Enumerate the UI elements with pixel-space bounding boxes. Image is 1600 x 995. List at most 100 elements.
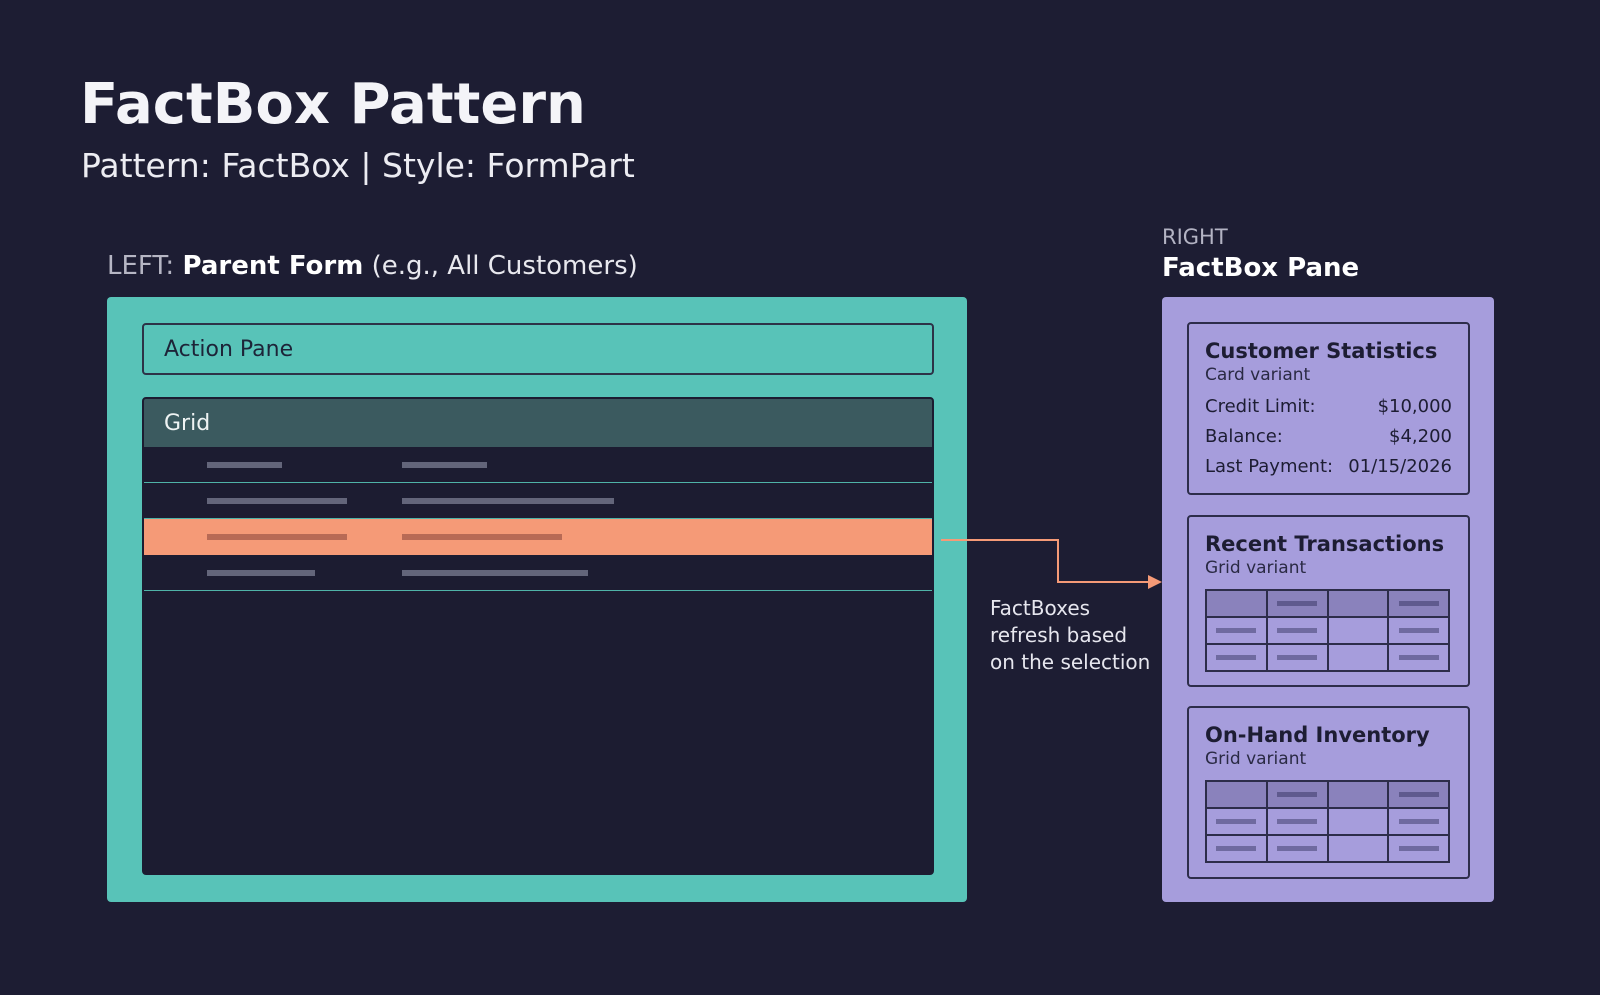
action-pane[interactable]: Action Pane xyxy=(142,323,934,375)
stat-label: Credit Limit: xyxy=(1205,396,1316,417)
grid-row[interactable] xyxy=(144,555,932,591)
factbox-variant: Grid variant xyxy=(1205,558,1307,578)
mini-cell xyxy=(1326,834,1390,863)
mini-grid-header xyxy=(1205,780,1450,809)
mini-cell xyxy=(1205,834,1268,863)
grid-label: Grid xyxy=(164,410,211,436)
note-line: FactBoxes xyxy=(990,596,1091,620)
mini-grid-header xyxy=(1205,589,1450,618)
cell-placeholder xyxy=(1277,819,1318,824)
cell-placeholder xyxy=(1216,628,1257,633)
cell-placeholder xyxy=(1216,819,1257,824)
factbox-title: Customer Statistics xyxy=(1205,339,1438,363)
mini-cell xyxy=(1387,643,1450,672)
cell-placeholder xyxy=(1398,601,1439,606)
cell-placeholder xyxy=(1216,846,1257,851)
mini-cell xyxy=(1326,780,1390,809)
mini-cell xyxy=(1387,807,1450,836)
mini-cell xyxy=(1265,589,1329,618)
cell-placeholder xyxy=(1398,819,1439,824)
page-subtitle: Pattern: FactBox | Style: FormPart xyxy=(81,146,635,185)
mini-grid-row xyxy=(1205,807,1450,836)
stat-value: $4,200 xyxy=(1389,426,1452,447)
cell-placeholder xyxy=(207,570,315,576)
cell-placeholder xyxy=(207,462,282,468)
grid: Grid xyxy=(142,397,934,875)
mini-cell xyxy=(1265,807,1329,836)
cell-placeholder xyxy=(207,498,347,504)
factbox-on-hand-inventory[interactable]: On-Hand Inventory Grid variant xyxy=(1187,706,1470,879)
parent-form: Action Pane Grid xyxy=(107,297,967,902)
page-title: FactBox Pattern xyxy=(80,72,586,137)
mini-cell xyxy=(1205,589,1268,618)
grid-row[interactable] xyxy=(144,447,932,483)
cell-placeholder xyxy=(1398,846,1439,851)
note-line: on the selection xyxy=(990,650,1151,674)
factbox-pane: Customer Statistics Card variant Credit … xyxy=(1162,297,1494,902)
mini-grid-row xyxy=(1205,643,1450,672)
mini-cell xyxy=(1205,807,1268,836)
grid-row[interactable] xyxy=(144,483,932,519)
grid-header: Grid xyxy=(144,399,932,447)
mini-cell xyxy=(1265,616,1329,645)
mini-cell xyxy=(1387,780,1450,809)
stat-value: $10,000 xyxy=(1377,396,1452,417)
cell-placeholder xyxy=(402,498,614,504)
factbox-variant: Grid variant xyxy=(1205,749,1307,769)
mini-cell xyxy=(1326,616,1390,645)
cell-placeholder xyxy=(207,534,347,540)
right-label-name: FactBox Pane xyxy=(1162,253,1360,283)
cell-placeholder xyxy=(1398,655,1439,660)
mini-cell xyxy=(1265,643,1329,672)
grid-row-selected[interactable] xyxy=(144,519,932,555)
factbox-title: On-Hand Inventory xyxy=(1205,723,1430,747)
cell-placeholder xyxy=(1398,792,1439,797)
left-label-prefix: LEFT: xyxy=(107,251,175,281)
left-section-label: LEFT: Parent Form (e.g., All Customers) xyxy=(107,251,638,281)
mini-cell xyxy=(1205,643,1268,672)
mini-cell xyxy=(1326,807,1390,836)
mini-cell xyxy=(1387,834,1450,863)
stats-list: Credit Limit: $10,000 Balance: $4,200 La… xyxy=(1205,392,1452,482)
action-pane-label: Action Pane xyxy=(164,336,294,362)
factbox-title: Recent Transactions xyxy=(1205,532,1445,556)
cell-placeholder xyxy=(402,534,562,540)
mini-grid-row xyxy=(1205,834,1450,863)
mini-grid xyxy=(1205,780,1450,863)
stat-row: Credit Limit: $10,000 xyxy=(1205,392,1452,422)
mini-grid-row xyxy=(1205,616,1450,645)
mini-cell xyxy=(1387,589,1450,618)
mini-cell xyxy=(1387,616,1450,645)
note-line: refresh based xyxy=(990,623,1128,647)
cell-placeholder xyxy=(1277,628,1318,633)
cell-placeholder xyxy=(1277,601,1318,606)
stat-row: Last Payment: 01/15/2026 xyxy=(1205,452,1452,482)
factbox-customer-statistics[interactable]: Customer Statistics Card variant Credit … xyxy=(1187,322,1470,495)
cell-placeholder xyxy=(402,570,588,576)
right-label-prefix: RIGHT xyxy=(1162,225,1228,249)
mini-cell xyxy=(1326,589,1390,618)
stat-row: Balance: $4,200 xyxy=(1205,422,1452,452)
connector-arrowhead xyxy=(1148,575,1162,589)
connector-note: FactBoxes refresh based on the selection xyxy=(990,595,1160,676)
mini-grid xyxy=(1205,589,1450,672)
mini-cell xyxy=(1205,616,1268,645)
mini-cell xyxy=(1265,834,1329,863)
cell-placeholder xyxy=(1277,846,1318,851)
mini-cell xyxy=(1205,780,1268,809)
cell-placeholder xyxy=(1216,655,1257,660)
mini-cell xyxy=(1326,643,1390,672)
left-label-example: (e.g., All Customers) xyxy=(371,251,638,281)
stat-value: 01/15/2026 xyxy=(1348,456,1452,477)
stat-label: Balance: xyxy=(1205,426,1283,447)
cell-placeholder xyxy=(1277,792,1318,797)
factbox-variant: Card variant xyxy=(1205,365,1311,385)
stat-label: Last Payment: xyxy=(1205,456,1334,477)
cell-placeholder xyxy=(1277,655,1318,660)
cell-placeholder xyxy=(402,462,487,468)
cell-placeholder xyxy=(1398,628,1439,633)
left-label-name: Parent Form xyxy=(182,251,364,281)
mini-cell xyxy=(1265,780,1329,809)
factbox-recent-transactions[interactable]: Recent Transactions Grid variant xyxy=(1187,515,1470,687)
connector-line xyxy=(941,539,1150,583)
